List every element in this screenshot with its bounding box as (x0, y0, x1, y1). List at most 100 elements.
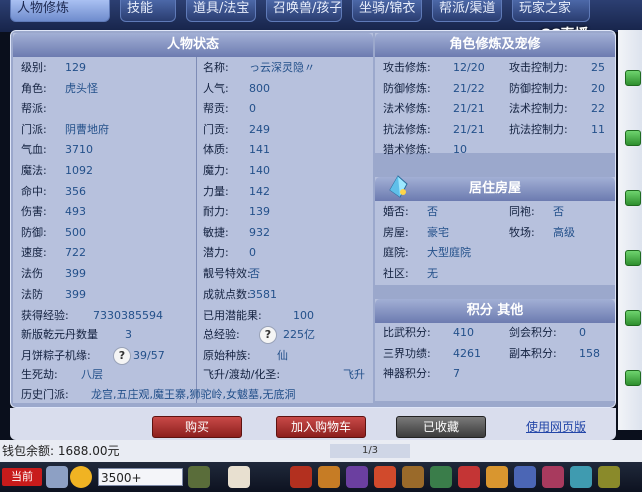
tab-item[interactable]: 坐骑/锦衣 (352, 0, 422, 22)
row-value: 129 (65, 61, 86, 74)
row-label: 魔法: (21, 164, 47, 177)
row-label: 速度: (21, 246, 47, 260)
help-icon[interactable]: ? (113, 347, 131, 365)
help-icon[interactable]: ? (259, 326, 277, 344)
row-label: 伤害: (21, 205, 47, 219)
menu-icon[interactable] (598, 466, 620, 488)
row-value: 22 (591, 102, 605, 115)
row-value: 100 (293, 309, 314, 322)
tab-item[interactable]: 技能 (120, 0, 176, 22)
buy-button[interactable]: 购买 (152, 416, 242, 438)
current-channel-button[interactable]: 当前 (2, 468, 42, 486)
emote-icon[interactable] (188, 466, 210, 488)
row-label: 神器积分: (383, 367, 431, 380)
house-title: 居住房屋 (375, 177, 615, 201)
row-value: 大型庭院 (427, 246, 471, 259)
row-label: 同袍: (509, 205, 535, 218)
page-indicator: 1/3 (330, 444, 410, 458)
row-value: っ云深灵隐〃 (249, 61, 315, 74)
row-label: 剑会积分: (509, 326, 557, 339)
web-version-link[interactable]: 使用网页版 (526, 418, 586, 435)
info-row: 神器积分: 7 (383, 364, 615, 384)
row-label: 社区: (383, 266, 409, 280)
menu-icon[interactable] (290, 466, 312, 488)
row-label: 法术控制力: (509, 102, 568, 115)
menu-icon[interactable] (542, 466, 564, 488)
row-label: 法术修炼: (383, 102, 431, 115)
chat-bubble-icon[interactable] (70, 466, 92, 488)
side-green-button[interactable] (625, 250, 641, 266)
row-value: 0 (249, 246, 256, 260)
chat-input[interactable]: 3500+ (98, 468, 183, 486)
row-value: 12/20 (453, 61, 485, 74)
side-green-button[interactable] (625, 370, 641, 386)
row-value: 399 (65, 267, 86, 280)
menu-icon[interactable] (374, 466, 396, 488)
row-value: 410 (453, 326, 474, 339)
menu-icon[interactable] (402, 466, 424, 488)
score-title: 积分 其他 (375, 299, 615, 323)
row-label: 级别: (21, 61, 47, 74)
row-value: 249 (249, 122, 270, 136)
menu-icon[interactable] (570, 466, 592, 488)
tab-item[interactable]: 道具/法宝 (186, 0, 256, 22)
row-value: 阴曹地府 (65, 122, 109, 136)
row-label: 帮贡: (203, 102, 229, 116)
wallet-balance: 钱包余额: 1688.00元 (2, 444, 120, 458)
row-value: 25 (591, 61, 605, 74)
row-value: 仙 (277, 349, 288, 362)
microphone-icon[interactable] (46, 466, 68, 488)
favorited-button[interactable]: 已收藏 (396, 416, 486, 438)
tab-item[interactable]: 玩家之家 (512, 0, 590, 22)
row-label: 庭院: (383, 246, 409, 259)
row-label: 获得经验: (21, 309, 69, 322)
row-label: 角色: (21, 81, 47, 95)
row-label: 三界功绩: (383, 346, 431, 360)
row-value: 500 (65, 225, 86, 239)
row-label: 比武积分: (383, 326, 431, 339)
row-label: 抗法控制力: (509, 122, 568, 136)
row-value: 21/22 (453, 81, 485, 95)
tab-item[interactable]: 召唤兽/孩子 (266, 0, 342, 22)
info-row: 抗法修炼: 21/21 抗法控制力: 11 (383, 120, 615, 140)
status-title: 人物状态 (13, 33, 373, 57)
tab-item[interactable]: 帮派/渠道 (432, 0, 502, 22)
row-value: 10 (453, 143, 467, 156)
menu-icon[interactable] (430, 466, 452, 488)
row-value: 800 (249, 81, 270, 95)
row-label: 防御修炼: (383, 81, 431, 95)
row-value: 141 (249, 143, 270, 157)
row-value: 356 (65, 184, 86, 198)
row-value: 722 (65, 246, 86, 260)
pet-icon[interactable] (228, 466, 250, 488)
side-green-button[interactable] (625, 310, 641, 326)
info-row: 社区: 无 (383, 264, 615, 284)
row-value: 1092 (65, 164, 93, 177)
side-green-button[interactable] (625, 70, 641, 86)
info-row: 三界功绩: 4261 副本积分: 158 (383, 344, 615, 364)
info-row: 猎术修炼: 10 (383, 140, 615, 160)
row-label: 法防 (21, 287, 43, 301)
row-label: 防御控制力: (509, 81, 568, 95)
menu-icon[interactable] (458, 466, 480, 488)
menu-icon[interactable] (514, 466, 536, 488)
side-green-button[interactable] (625, 130, 641, 146)
row-label: 婚否: (383, 205, 409, 218)
cultivation-title: 角色修炼及宠修 (375, 33, 615, 57)
menu-icon[interactable] (346, 466, 368, 488)
add-to-cart-button[interactable]: 加入购物车 (276, 416, 366, 438)
row-value: 20 (591, 81, 605, 95)
row-label: 名称: (203, 61, 229, 74)
row-value: 无 (427, 266, 438, 280)
row-value: 高级 (553, 225, 575, 239)
info-row: 防御修炼: 21/22 防御控制力: 20 (383, 79, 615, 99)
row-label: 已用潜能果: (203, 309, 262, 322)
tab-item[interactable]: 人物修炼 (10, 0, 110, 22)
row-value: 142 (249, 184, 270, 198)
row-label: 原始种族: (203, 349, 251, 362)
history-value: 龙宫,五庄观,魔王寨,狮驼岭,女魃墓,无底洞 (91, 388, 296, 401)
history-label: 历史门派: (21, 388, 69, 401)
menu-icon[interactable] (318, 466, 340, 488)
side-green-button[interactable] (625, 190, 641, 206)
menu-icon[interactable] (486, 466, 508, 488)
